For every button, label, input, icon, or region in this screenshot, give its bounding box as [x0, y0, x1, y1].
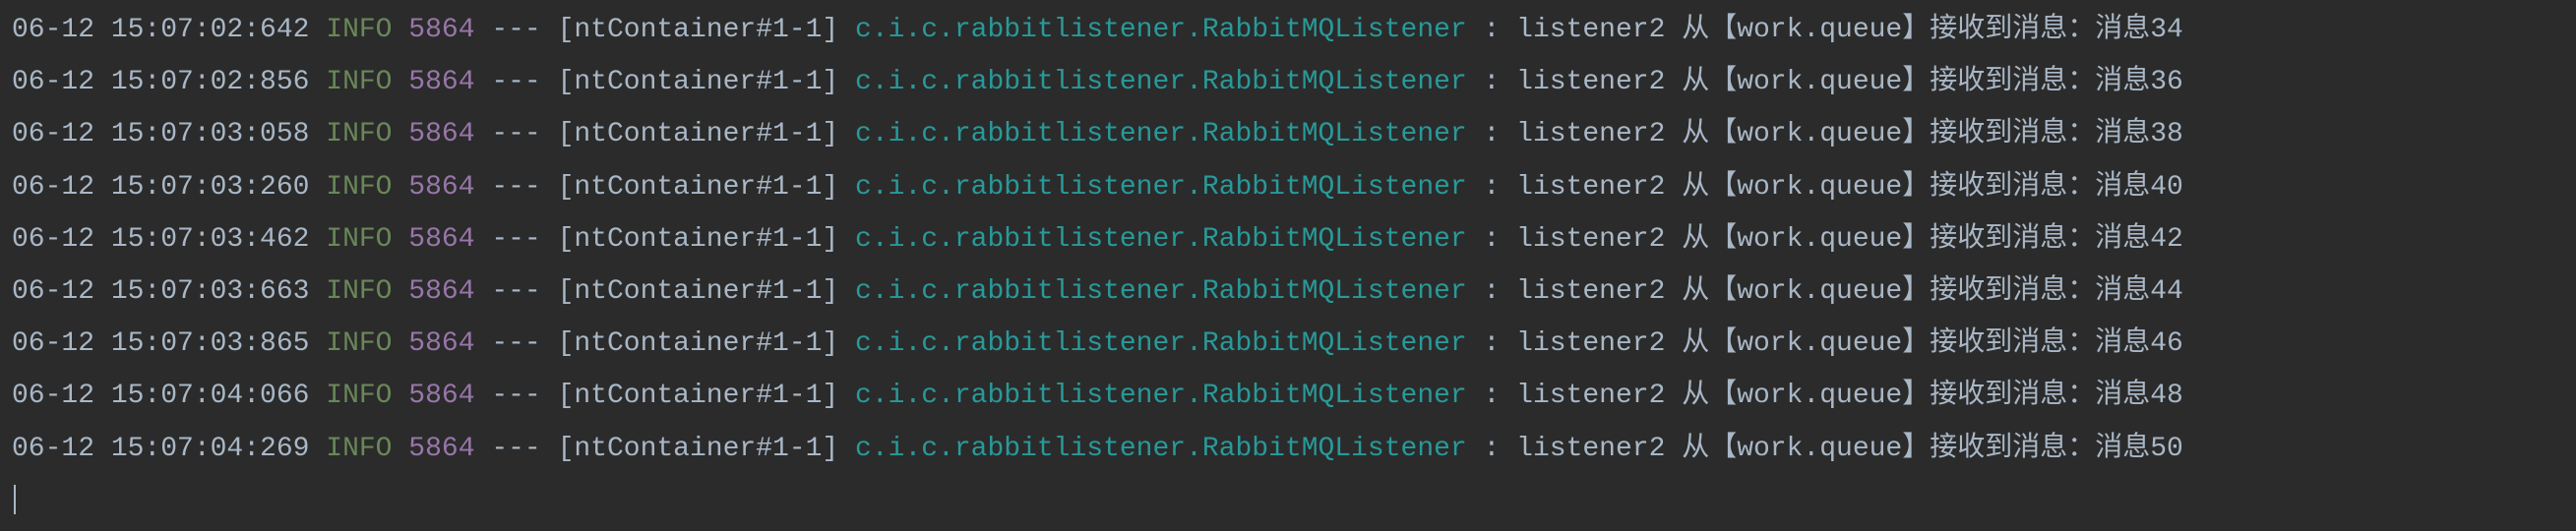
log-logger: c.i.c.rabbitlistener.RabbitMQListener	[855, 119, 1467, 149]
log-line: 06-12 15:07:03:260 INFO 5864 --- [ntCont…	[12, 161, 2564, 213]
log-pid: 5864	[408, 276, 474, 307]
log-line: 06-12 15:07:03:663 INFO 5864 --- [ntCont…	[12, 266, 2564, 318]
log-dashes: ---	[491, 224, 540, 255]
log-dashes: ---	[491, 67, 540, 97]
log-timestamp: 06-12 15:07:04:269	[12, 434, 309, 464]
log-logger: c.i.c.rabbitlistener.RabbitMQListener	[855, 224, 1467, 255]
log-line: 06-12 15:07:04:066 INFO 5864 --- [ntCont…	[12, 370, 2564, 422]
log-line: 06-12 15:07:02:856 INFO 5864 --- [ntCont…	[12, 56, 2564, 108]
log-timestamp: 06-12 15:07:03:462	[12, 224, 309, 255]
log-level: INFO	[326, 172, 392, 203]
log-pid: 5864	[408, 15, 474, 45]
log-thread: [ntContainer#1-1]	[558, 119, 839, 149]
log-dashes: ---	[491, 434, 540, 464]
log-separator: :	[1484, 434, 1501, 464]
log-logger: c.i.c.rabbitlistener.RabbitMQListener	[855, 381, 1467, 411]
log-line: 06-12 15:07:04:269 INFO 5864 --- [ntCont…	[12, 423, 2564, 475]
log-thread: [ntContainer#1-1]	[558, 276, 839, 307]
log-thread: [ntContainer#1-1]	[558, 67, 839, 97]
log-line: 06-12 15:07:03:865 INFO 5864 --- [ntCont…	[12, 318, 2564, 370]
log-message: listener2 从【work.queue】接收到消息：消息50	[1516, 434, 2183, 464]
log-message: listener2 从【work.queue】接收到消息：消息44	[1516, 276, 2183, 307]
log-logger: c.i.c.rabbitlistener.RabbitMQListener	[855, 276, 1467, 307]
log-line: 06-12 15:07:03:462 INFO 5864 --- [ntCont…	[12, 213, 2564, 266]
log-level: INFO	[326, 328, 392, 359]
log-level: INFO	[326, 67, 392, 97]
log-dashes: ---	[491, 15, 540, 45]
log-output[interactable]: 06-12 15:07:02:642 INFO 5864 --- [ntCont…	[12, 4, 2564, 527]
log-separator: :	[1484, 119, 1501, 149]
log-level: INFO	[326, 15, 392, 45]
log-timestamp: 06-12 15:07:03:058	[12, 119, 309, 149]
log-timestamp: 06-12 15:07:02:642	[12, 15, 309, 45]
log-thread: [ntContainer#1-1]	[558, 434, 839, 464]
log-level: INFO	[326, 119, 392, 149]
log-dashes: ---	[491, 328, 540, 359]
text-cursor	[14, 485, 16, 514]
log-timestamp: 06-12 15:07:04:066	[12, 381, 309, 411]
log-separator: :	[1484, 15, 1501, 45]
log-logger: c.i.c.rabbitlistener.RabbitMQListener	[855, 434, 1467, 464]
log-dashes: ---	[491, 172, 540, 203]
log-dashes: ---	[491, 381, 540, 411]
log-dashes: ---	[491, 119, 540, 149]
log-logger: c.i.c.rabbitlistener.RabbitMQListener	[855, 15, 1467, 45]
log-pid: 5864	[408, 434, 474, 464]
log-pid: 5864	[408, 119, 474, 149]
log-timestamp: 06-12 15:07:02:856	[12, 67, 309, 97]
log-thread: [ntContainer#1-1]	[558, 328, 839, 359]
log-level: INFO	[326, 276, 392, 307]
log-logger: c.i.c.rabbitlistener.RabbitMQListener	[855, 328, 1467, 359]
log-message: listener2 从【work.queue】接收到消息：消息46	[1516, 328, 2183, 359]
log-message: listener2 从【work.queue】接收到消息：消息36	[1516, 67, 2183, 97]
log-separator: :	[1484, 224, 1501, 255]
log-level: INFO	[326, 381, 392, 411]
log-dashes: ---	[491, 276, 540, 307]
log-message: listener2 从【work.queue】接收到消息：消息42	[1516, 224, 2183, 255]
log-message: listener2 从【work.queue】接收到消息：消息40	[1516, 172, 2183, 203]
log-thread: [ntContainer#1-1]	[558, 224, 839, 255]
log-level: INFO	[326, 224, 392, 255]
log-line: 06-12 15:07:03:058 INFO 5864 --- [ntCont…	[12, 108, 2564, 160]
log-timestamp: 06-12 15:07:03:865	[12, 328, 309, 359]
log-timestamp: 06-12 15:07:03:260	[12, 172, 309, 203]
cursor-line	[12, 475, 2564, 527]
log-level: INFO	[326, 434, 392, 464]
log-separator: :	[1484, 67, 1501, 97]
log-logger: c.i.c.rabbitlistener.RabbitMQListener	[855, 67, 1467, 97]
log-thread: [ntContainer#1-1]	[558, 15, 839, 45]
log-separator: :	[1484, 328, 1501, 359]
log-pid: 5864	[408, 328, 474, 359]
log-logger: c.i.c.rabbitlistener.RabbitMQListener	[855, 172, 1467, 203]
log-thread: [ntContainer#1-1]	[558, 381, 839, 411]
log-pid: 5864	[408, 381, 474, 411]
log-line: 06-12 15:07:02:642 INFO 5864 --- [ntCont…	[12, 4, 2564, 56]
log-thread: [ntContainer#1-1]	[558, 172, 839, 203]
log-separator: :	[1484, 172, 1501, 203]
log-message: listener2 从【work.queue】接收到消息：消息48	[1516, 381, 2183, 411]
log-separator: :	[1484, 276, 1501, 307]
log-pid: 5864	[408, 67, 474, 97]
log-pid: 5864	[408, 172, 474, 203]
log-pid: 5864	[408, 224, 474, 255]
log-timestamp: 06-12 15:07:03:663	[12, 276, 309, 307]
log-message: listener2 从【work.queue】接收到消息：消息34	[1516, 15, 2183, 45]
log-separator: :	[1484, 381, 1501, 411]
log-message: listener2 从【work.queue】接收到消息：消息38	[1516, 119, 2183, 149]
